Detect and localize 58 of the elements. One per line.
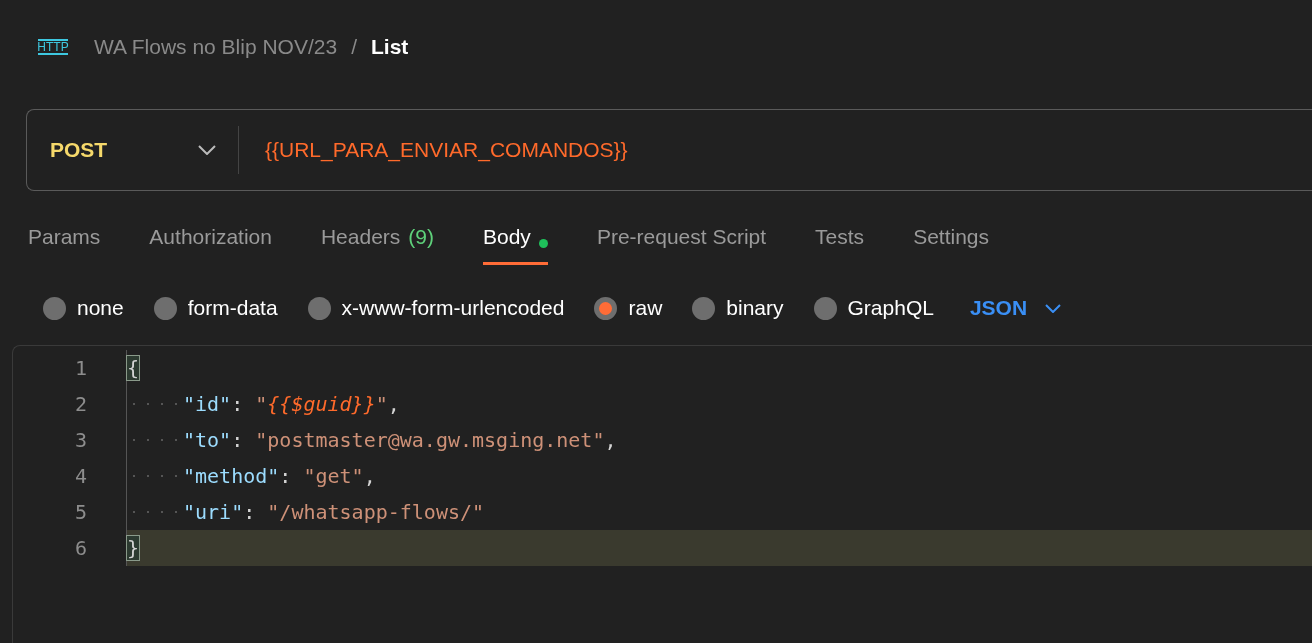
request-tab[interactable]: Headers (9) xyxy=(320,221,434,265)
code-token: "/whatsapp-flows/" xyxy=(267,500,485,524)
radio-button[interactable] xyxy=(594,296,618,320)
body-type-option[interactable]: none xyxy=(43,296,124,320)
request-tab[interactable]: Params xyxy=(28,221,101,265)
line-number: 5 xyxy=(73,500,88,524)
radio-label: raw xyxy=(628,296,663,320)
radio-button[interactable] xyxy=(813,296,837,320)
code-token: "get" xyxy=(303,464,364,488)
line-number: 6 xyxy=(73,536,88,560)
code-token: "postmaster@wa.gw.msging.net" xyxy=(255,428,605,452)
request-tab[interactable]: Authorization xyxy=(149,221,272,265)
url-input[interactable]: {{URL_PARA_ENVIAR_COMANDOS}} xyxy=(239,138,628,162)
code-token: " xyxy=(375,392,388,416)
body-type-option[interactable]: raw xyxy=(594,296,663,320)
code-token: } xyxy=(127,536,140,560)
body-type-option[interactable]: form-data xyxy=(153,296,278,320)
code-token: , xyxy=(363,464,376,488)
line-number: 4 xyxy=(73,464,88,488)
code-token: : xyxy=(231,428,245,452)
code-token: "to" xyxy=(183,428,232,452)
code-token: {{$guid}} xyxy=(267,392,376,416)
code-token: { xyxy=(127,356,140,380)
method-select[interactable]: POST xyxy=(27,110,238,190)
code-token: , xyxy=(604,428,617,452)
code-token: : xyxy=(231,392,245,416)
code-token: : xyxy=(243,500,257,524)
code-editor[interactable]: 1 { 2 "id": "{{$guid}}", 3 "to": "postmaster@wa.gw.msging.net", 4 "method": "get", 5 "uri": "/whatsapp-flows/" 6 } xyxy=(12,345,1312,643)
code-token: "method" xyxy=(183,464,280,488)
body-type-option[interactable]: GraphQL xyxy=(813,296,934,320)
line-number: 3 xyxy=(73,428,88,452)
header-count: (9) xyxy=(408,225,434,249)
request-tab[interactable]: Settings xyxy=(913,221,989,265)
format-select[interactable]: JSON xyxy=(969,296,1062,320)
radio-button[interactable] xyxy=(153,296,177,320)
code-token: : xyxy=(279,464,293,488)
code-token: "id" xyxy=(183,392,232,416)
radio-label: GraphQL xyxy=(847,296,934,320)
chevron-down-icon xyxy=(1045,303,1062,313)
chevron-down-icon xyxy=(198,145,216,155)
radio-label: none xyxy=(77,296,124,320)
radio-button[interactable] xyxy=(307,296,331,320)
code-token: , xyxy=(387,392,400,416)
radio-button[interactable] xyxy=(692,296,716,320)
collection-name[interactable]: WA Flows no Blip NOV/23 xyxy=(94,35,338,59)
code-token: " xyxy=(255,392,268,416)
radio-button[interactable] xyxy=(43,296,66,320)
request-tab[interactable]: Pre-request Script xyxy=(596,221,767,265)
line-number: 2 xyxy=(73,392,88,416)
radio-label: form-data xyxy=(187,296,278,320)
code-token: "uri" xyxy=(183,500,244,524)
line-number: 1 xyxy=(73,356,88,380)
request-name: List xyxy=(371,35,409,59)
breadcrumb-separator: / xyxy=(351,35,357,59)
request-tab[interactable]: Tests xyxy=(815,221,865,265)
radio-label: binary xyxy=(726,296,784,320)
request-tab[interactable]: Body xyxy=(483,221,548,265)
body-type-option[interactable]: binary xyxy=(692,296,784,320)
